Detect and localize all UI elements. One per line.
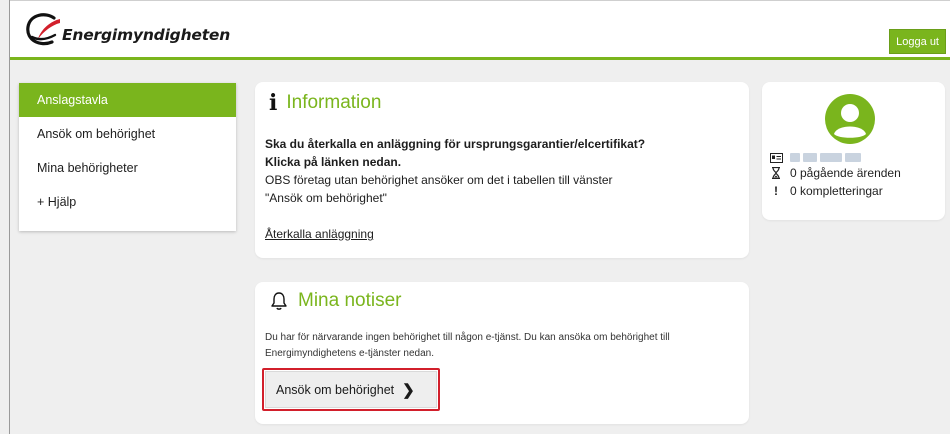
bell-icon bbox=[269, 291, 289, 311]
sidebar: Anslagstavla Ansök om behörighet Mina be… bbox=[19, 83, 236, 231]
window-border bbox=[9, 0, 10, 434]
apply-permission-button-label: Ansök om behörighet bbox=[276, 382, 395, 397]
notices-card: Mina notiser Du har för närvarande ingen… bbox=[255, 282, 749, 424]
notices-title: Mina notiser bbox=[269, 290, 402, 312]
chevron-right-icon: ❯ bbox=[402, 381, 415, 399]
id-card-icon bbox=[768, 153, 784, 163]
notices-title-text: Mina notiser bbox=[298, 290, 402, 311]
information-card: i Information Ska du återkalla en anlägg… bbox=[255, 82, 749, 258]
profile-completions-row: ! 0 kompletteringar bbox=[768, 184, 883, 198]
header: Energimyndigheten Logga ut bbox=[10, 0, 950, 60]
logout-button[interactable]: Logga ut bbox=[889, 29, 946, 54]
information-title-text: Information bbox=[286, 92, 382, 113]
profile-ongoing-row: 0 pågående ärenden bbox=[768, 166, 901, 180]
user-avatar-icon[interactable] bbox=[825, 94, 875, 144]
revoke-facility-link[interactable]: Återkalla anläggning bbox=[265, 227, 374, 241]
info-icon: i bbox=[269, 90, 278, 116]
ongoing-cases: 0 pågående ärenden bbox=[790, 166, 901, 180]
sidebar-item-my-permissions[interactable]: Mina behörigheter bbox=[19, 151, 236, 185]
sidebar-item-anslagstavla[interactable]: Anslagstavla bbox=[19, 83, 236, 117]
header-accent-rule bbox=[10, 57, 950, 60]
info-line-note-quote: "Ansök om behörighet" bbox=[265, 191, 387, 205]
brand-name: Energimyndigheten bbox=[62, 26, 231, 44]
information-title: i Information bbox=[269, 92, 381, 114]
sidebar-item-apply-permission[interactable]: Ansök om behörighet bbox=[19, 117, 236, 151]
info-line-instruction: Klicka på länken nedan. bbox=[265, 155, 402, 169]
notices-text: Du har för närvarande ingen behörighet t… bbox=[265, 332, 670, 359]
energimyndigheten-logo-icon bbox=[26, 13, 60, 46]
logo[interactable]: Energimyndigheten bbox=[24, 11, 230, 51]
info-line-note: OBS företag utan behörighet ansöker om d… bbox=[265, 173, 613, 187]
exclamation-icon: ! bbox=[774, 184, 778, 198]
completions-count: 0 kompletteringar bbox=[790, 184, 883, 198]
hourglass-icon bbox=[768, 167, 784, 179]
apply-permission-button[interactable]: Ansök om behörighet ❯ bbox=[265, 371, 437, 408]
sidebar-item-help[interactable]: + Hjälp bbox=[19, 185, 236, 219]
info-line-question: Ska du återkalla en anläggning för urspr… bbox=[265, 137, 646, 151]
profile-user-row bbox=[768, 151, 864, 165]
profile-card: 0 pågående ärenden ! 0 kompletteringar bbox=[762, 82, 945, 220]
information-text: Ska du återkalla en anläggning för urspr… bbox=[265, 135, 735, 207]
redacted-user-name bbox=[790, 151, 864, 165]
